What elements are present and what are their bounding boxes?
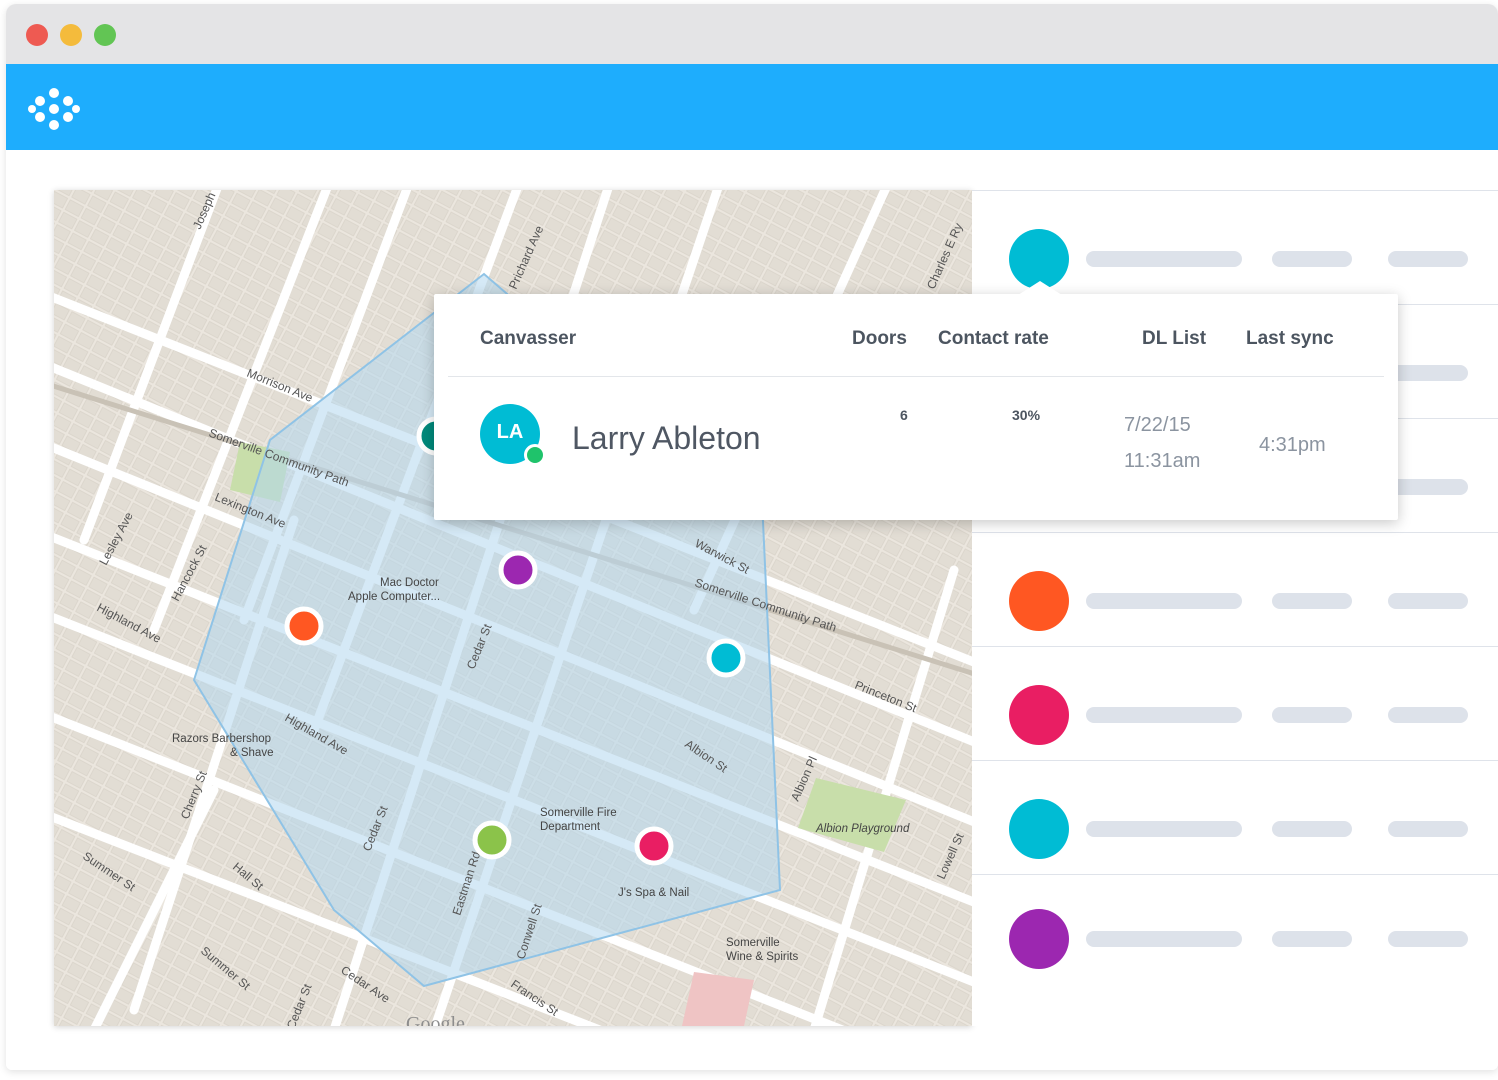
- header-doors[interactable]: Doors: [852, 328, 907, 350]
- svg-text:Department: Department: [540, 821, 601, 833]
- svg-text:Somerville Fire: Somerville Fire: [540, 807, 617, 819]
- maximize-window-button[interactable]: [94, 24, 116, 46]
- svg-text:Mac Doctor: Mac Doctor: [380, 577, 439, 589]
- canvasser-detail-popup: Canvasser Doors Contact rate DL List Las…: [434, 281, 1398, 520]
- main-content: Morrison Ave Somerville Community Path L…: [6, 150, 1498, 1070]
- svg-text:& Shave: & Shave: [230, 747, 273, 759]
- dl-list-time: 11:31am: [1124, 450, 1201, 472]
- svg-text:Somerville: Somerville: [726, 937, 780, 949]
- canvasser-name: Larry Ableton: [572, 420, 761, 456]
- doors-value: 6: [900, 407, 908, 423]
- list-item[interactable]: [972, 646, 1498, 761]
- browser-window: Morrison Ave Somerville Community Path L…: [6, 4, 1498, 1070]
- popup-caret: [1018, 281, 1062, 295]
- dl-list-date: 7/22/15: [1124, 414, 1191, 436]
- svg-text:Google: Google: [406, 1013, 465, 1026]
- list-item[interactable]: [972, 760, 1498, 875]
- close-window-button[interactable]: [26, 24, 48, 46]
- header-last-sync[interactable]: Last sync: [1246, 328, 1334, 350]
- dots-flower-logo-icon[interactable]: [28, 86, 80, 132]
- svg-text:J's Spa & Nail: J's Spa & Nail: [618, 887, 689, 899]
- header-dl-list[interactable]: DL List: [1142, 328, 1206, 350]
- list-item[interactable]: [972, 532, 1498, 647]
- divider: [448, 376, 1384, 377]
- minimize-window-button[interactable]: [60, 24, 82, 46]
- svg-text:Apple Computer...: Apple Computer...: [348, 591, 440, 603]
- avatar: [1009, 799, 1069, 859]
- svg-text:Wine & Spirits: Wine & Spirits: [726, 951, 798, 963]
- contact-rate-value: 30%: [1012, 407, 1041, 423]
- avatar: [1009, 229, 1069, 289]
- title-bar: [6, 4, 1498, 65]
- svg-text:Razors Barbershop: Razors Barbershop: [172, 733, 271, 745]
- avatar: [1009, 685, 1069, 745]
- header-contact-rate[interactable]: Contact rate: [938, 328, 1049, 350]
- avatar: [1009, 909, 1069, 969]
- last-sync-value: 4:31pm: [1259, 434, 1326, 456]
- header-canvasser[interactable]: Canvasser: [480, 328, 576, 350]
- app-header: [6, 64, 1498, 150]
- online-status-dot: [524, 444, 546, 466]
- svg-text:Albion Playground: Albion Playground: [815, 823, 910, 835]
- list-item[interactable]: [972, 874, 1498, 1027]
- avatar: [1009, 571, 1069, 631]
